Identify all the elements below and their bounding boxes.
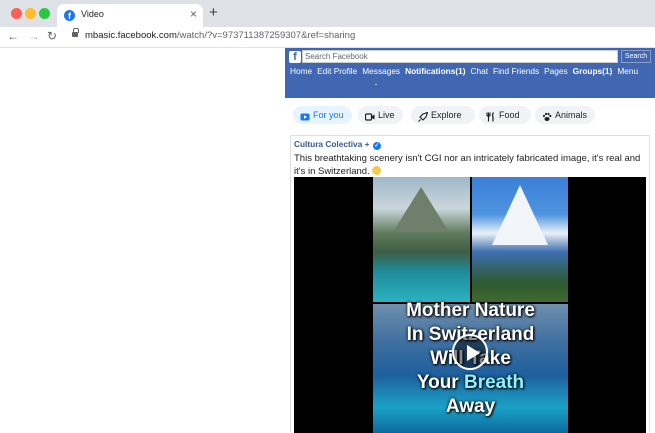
post-author[interactable]: Cultura Colectiva + ✓ xyxy=(294,139,381,150)
tab-title: Video xyxy=(81,9,104,19)
forward-arrow-icon[interactable]: → xyxy=(28,29,40,43)
facebook-favicon-icon: f xyxy=(64,10,75,21)
chip-label: Food xyxy=(499,110,520,120)
facebook-header: f Search Home Edit Profile Messages Notific… xyxy=(285,48,655,98)
nav-link-messages[interactable]: Messages xyxy=(362,66,400,76)
thumbnail-title-line: Mother Nature xyxy=(373,299,568,323)
browser-tab-video[interactable]: f Video × xyxy=(57,4,203,27)
thumbnail-title-segment: Away xyxy=(445,396,496,417)
browser-tab-strip: f Video × + xyxy=(0,0,655,27)
new-tab-button[interactable]: + xyxy=(209,4,218,21)
video-thumbnail[interactable]: Mother Nature In Switzerland Will Take Your… xyxy=(373,177,568,433)
tab-close-icon[interactable]: × xyxy=(190,7,197,21)
play-button-icon[interactable] xyxy=(452,334,488,370)
post-text: This breathtaking scenery isn't CGI nor … xyxy=(294,152,646,178)
mountain-shape xyxy=(393,187,449,232)
nav-link-home[interactable]: Home xyxy=(290,66,312,76)
post-body: This breathtaking scenery isn't CGI nor … xyxy=(294,153,641,177)
window-zoom-button[interactable] xyxy=(39,8,50,19)
window-minimize-button[interactable] xyxy=(25,8,36,19)
author-suffix: + xyxy=(364,139,370,149)
paw-icon xyxy=(542,110,552,121)
chip-explore[interactable]: Explore xyxy=(411,106,475,124)
chip-label: Animals xyxy=(555,110,588,120)
back-arrow-icon[interactable]: ← xyxy=(7,29,19,43)
chip-label: Live xyxy=(378,110,395,120)
mountain-shape xyxy=(492,185,548,245)
nav-link-find-friends[interactable]: Find Friends xyxy=(493,66,539,76)
search-button[interactable]: Search xyxy=(621,50,651,63)
video-post: Cultura Colectiva + ✓ This breathtaking … xyxy=(290,135,650,433)
nav-link-menu[interactable]: Menu xyxy=(617,66,638,76)
play-icon xyxy=(300,110,310,121)
thumbnail-title-line: Away xyxy=(373,395,568,419)
chip-for-you[interactable]: For you xyxy=(293,106,352,124)
verified-badge-icon: ✓ xyxy=(372,142,381,150)
window-close-button[interactable] xyxy=(11,8,22,19)
chip-food[interactable]: Food xyxy=(479,106,531,124)
video-player[interactable]: Mother Nature In Switzerland Will Take Your… xyxy=(294,177,646,433)
url-path: /watch/?v=973711387259307&ref=sharing xyxy=(176,30,356,41)
nav-link-edit-profile[interactable]: Edit Profile xyxy=(317,66,357,76)
surprised-emoji-icon xyxy=(372,166,382,175)
thumbnail-lake-mountains xyxy=(373,177,470,302)
nav-link-chat[interactable]: Chat xyxy=(470,66,488,76)
reload-icon[interactable]: ↻ xyxy=(47,29,57,43)
thumbnail-title-segment: Breath xyxy=(463,372,525,393)
address-bar[interactable]: mbasic.facebook.com/watch/?v=97371138725… xyxy=(85,30,355,41)
thumbnail-title-segment: Your xyxy=(416,372,464,393)
facebook-logo-icon[interactable]: f xyxy=(289,51,301,63)
thumbnail-title-line: Your Breath xyxy=(373,371,568,395)
facebook-page: f Search Home Edit Profile Messages Notific… xyxy=(285,48,655,433)
utensils-icon xyxy=(486,110,496,122)
nav-link-pages[interactable]: Pages xyxy=(544,66,568,76)
header-divider xyxy=(375,84,377,85)
lock-icon[interactable] xyxy=(72,28,79,39)
chip-label: For you xyxy=(313,110,344,120)
nav-link-groups-1[interactable]: Groups(1) xyxy=(573,66,613,76)
top-nav: Home Edit Profile Messages Notifications(1)… xyxy=(290,66,643,76)
thumbnail-snow-peak xyxy=(472,177,568,302)
rocket-icon xyxy=(418,110,429,122)
url-host: mbasic.facebook.com xyxy=(85,30,177,41)
nav-link-notifications-1[interactable]: Notifications(1) xyxy=(405,66,465,76)
chip-live[interactable]: Live xyxy=(358,106,403,124)
chip-animals[interactable]: Animals xyxy=(535,106,595,124)
live-video-icon xyxy=(364,110,375,121)
chip-label: Explore xyxy=(431,110,462,120)
browser-toolbar: ← → ↻ mbasic.facebook.com/watch/?v=97371… xyxy=(0,27,655,48)
author-name[interactable]: Cultura Colectiva xyxy=(294,139,362,149)
search-input[interactable] xyxy=(302,50,618,63)
thumbnail-title-segment: Mother Nature xyxy=(406,300,535,321)
